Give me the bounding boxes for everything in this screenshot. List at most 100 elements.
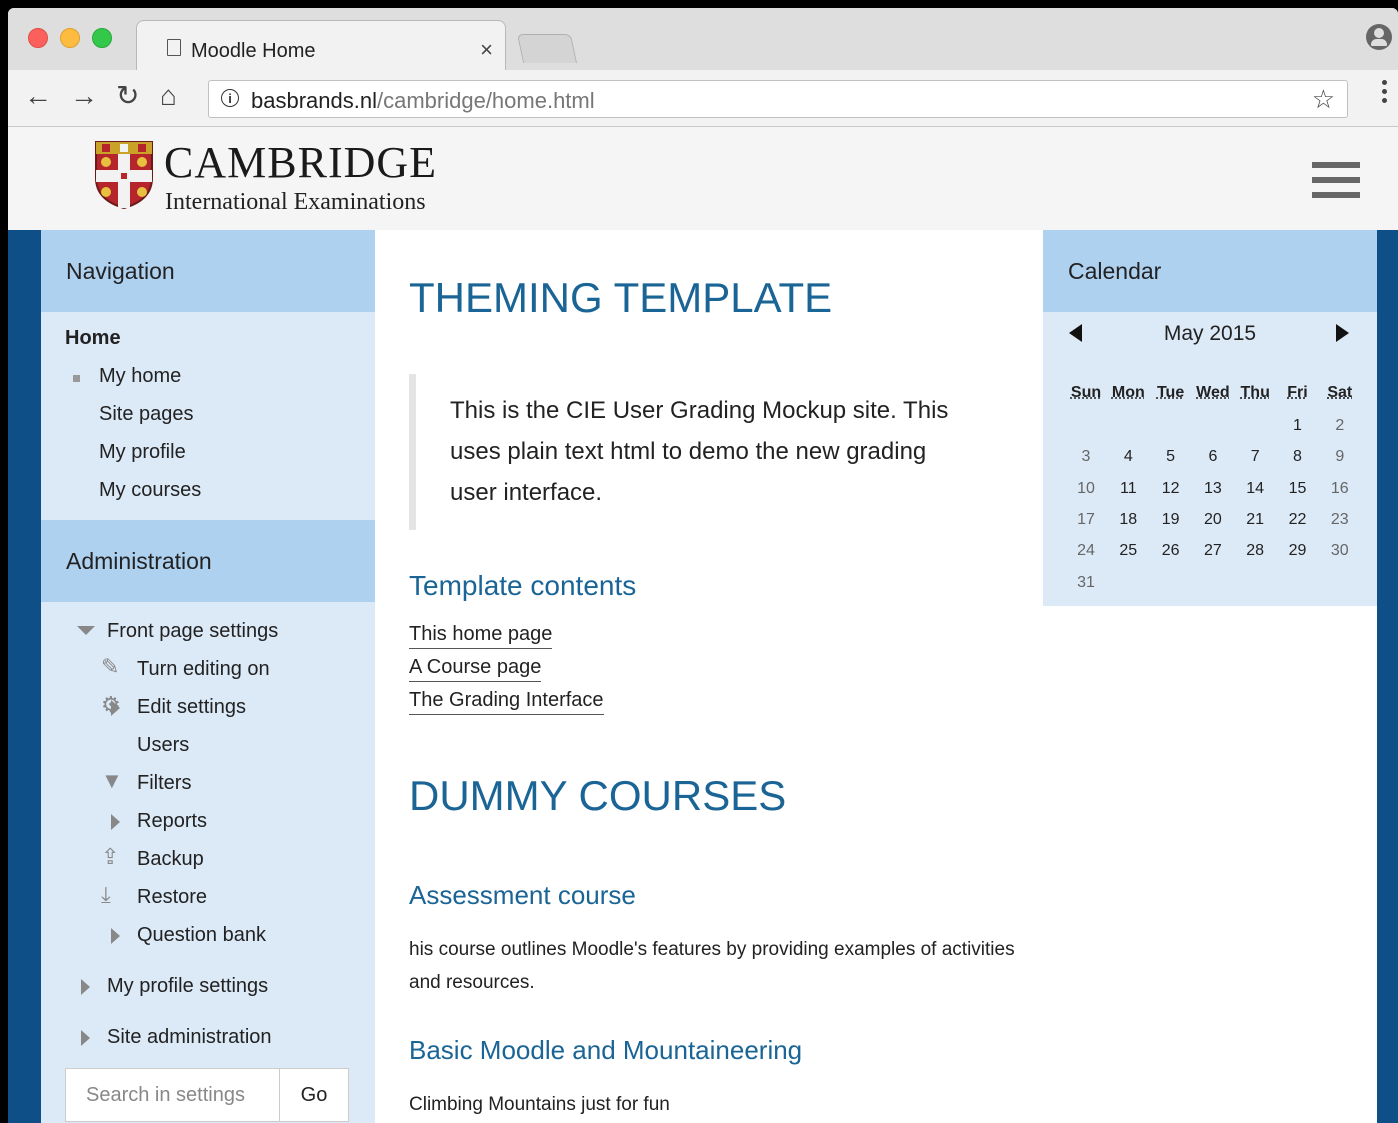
nav-site-pages[interactable]: Site pages: [99, 403, 194, 426]
browser-window: Moodle Home × ← → ↻ ⌂ i basbrands.nl/cam…: [8, 8, 1398, 1123]
calendar-day[interactable]: 25: [1107, 542, 1149, 560]
weekday-header: Sat: [1327, 384, 1353, 401]
administration-block-title: Administration: [41, 520, 375, 602]
calendar-day[interactable]: 15: [1277, 480, 1319, 498]
page-title: THEMING TEMPLATE: [409, 274, 833, 321]
calendar-day[interactable]: 20: [1192, 511, 1234, 529]
calendar-day[interactable]: 10: [1065, 480, 1107, 498]
collapsed-icon[interactable]: [81, 1030, 90, 1046]
close-window-button[interactable]: [28, 28, 48, 48]
calendar-day[interactable]: 18: [1107, 511, 1149, 529]
star-icon[interactable]: ☆: [1312, 84, 1335, 115]
profile-icon[interactable]: [1366, 24, 1392, 50]
brand-subtitle: International Examinations: [165, 189, 426, 215]
turn-editing-on[interactable]: Turn editing on: [137, 658, 270, 681]
tab-close-icon[interactable]: ×: [480, 37, 493, 63]
maximize-window-button[interactable]: [92, 28, 112, 48]
link-course-page[interactable]: A Course page: [409, 656, 542, 682]
address-bar[interactable]: i basbrands.nl/cambridge/home.html ☆: [208, 80, 1348, 118]
page-body: Navigation Home My home Site pages My pr…: [8, 230, 1398, 1123]
collapsed-icon[interactable]: [81, 979, 90, 995]
calendar-day[interactable]: 22: [1277, 511, 1319, 529]
collapsed-icon[interactable]: [111, 700, 120, 716]
expanded-icon[interactable]: [77, 626, 95, 635]
calendar-day[interactable]: 24: [1065, 542, 1107, 560]
go-button[interactable]: Go: [280, 1069, 348, 1121]
collapsed-icon[interactable]: [111, 814, 120, 830]
new-tab-button[interactable]: [516, 34, 578, 63]
brand-name[interactable]: CAMBRIDGE: [164, 137, 437, 188]
calendar-day[interactable]: 26: [1150, 542, 1192, 560]
filters[interactable]: Filters: [137, 772, 191, 795]
calendar-nav: May 2015: [1043, 312, 1377, 360]
front-page-settings[interactable]: Front page settings: [107, 620, 278, 643]
dummy-courses-heading: DUMMY COURSES: [409, 772, 787, 819]
hamburger-icon[interactable]: [1312, 162, 1360, 207]
link-grading-interface[interactable]: The Grading Interface: [409, 689, 604, 715]
restore[interactable]: Restore: [137, 886, 207, 909]
calendar-day[interactable]: 29: [1277, 542, 1319, 560]
my-profile-settings[interactable]: My profile settings: [107, 975, 268, 998]
question-bank[interactable]: Question bank: [137, 924, 266, 947]
pencil-icon: ✎: [101, 654, 120, 679]
nav-my-courses[interactable]: My courses: [99, 479, 201, 502]
minimize-window-button[interactable]: [60, 28, 80, 48]
collapsed-icon[interactable]: [111, 928, 120, 944]
reload-button[interactable]: ↻: [116, 81, 139, 111]
calendar-day[interactable]: 5: [1150, 448, 1192, 466]
edit-settings[interactable]: Edit settings: [137, 696, 246, 719]
calendar-day[interactable]: 27: [1192, 542, 1234, 560]
forward-button[interactable]: →: [70, 81, 98, 111]
home-button[interactable]: ⌂: [160, 81, 177, 111]
calendar-day[interactable]: 3: [1065, 448, 1107, 466]
calendar-day[interactable]: 21: [1234, 511, 1276, 529]
browser-toolbar: ← → ↻ ⌂ i basbrands.nl/cambridge/home.ht…: [8, 70, 1398, 127]
tab-strip: Moodle Home ×: [8, 8, 1398, 70]
calendar-day[interactable]: 14: [1234, 480, 1276, 498]
users[interactable]: Users: [137, 734, 189, 757]
calendar-day[interactable]: 19: [1150, 511, 1192, 529]
calendar-day[interactable]: 16: [1319, 480, 1361, 498]
calendar-day[interactable]: 17: [1065, 511, 1107, 529]
nav-my-home[interactable]: My home: [99, 365, 181, 388]
cambridge-shield-logo[interactable]: [94, 140, 154, 210]
reports[interactable]: Reports: [137, 810, 207, 833]
settings-search: Go: [65, 1068, 349, 1122]
calendar-day[interactable]: 31: [1065, 574, 1107, 592]
calendar-month[interactable]: May 2015: [1043, 322, 1377, 346]
search-input[interactable]: [66, 1069, 280, 1121]
calendar-day[interactable]: 8: [1277, 448, 1319, 466]
link-home-page[interactable]: This home page: [409, 623, 553, 649]
page-icon: [167, 39, 181, 56]
course-title-mountaineering[interactable]: Basic Moodle and Mountaineering: [409, 1035, 802, 1066]
course-description-assessment: his course outlines Moodle's features by…: [409, 939, 1015, 993]
course-title-assessment[interactable]: Assessment course: [409, 880, 636, 911]
browser-tab[interactable]: Moodle Home ×: [136, 20, 506, 70]
next-month-icon[interactable]: [1336, 324, 1349, 342]
calendar-day[interactable]: 9: [1319, 448, 1361, 466]
weekday-header: Sun: [1070, 384, 1102, 401]
nav-home[interactable]: Home: [65, 327, 121, 350]
calendar-day[interactable]: 12: [1150, 480, 1192, 498]
site-header: CAMBRIDGE International Examinations: [8, 127, 1398, 230]
back-button[interactable]: ←: [24, 81, 52, 111]
calendar-day[interactable]: 1: [1277, 417, 1319, 435]
info-icon[interactable]: i: [221, 89, 239, 107]
filter-icon: ▼: [101, 768, 123, 793]
calendar-day[interactable]: 2: [1319, 417, 1361, 435]
site-administration[interactable]: Site administration: [107, 1026, 272, 1049]
browser-menu-icon[interactable]: [1382, 80, 1388, 107]
calendar-day[interactable]: 4: [1107, 448, 1149, 466]
calendar-day[interactable]: 6: [1192, 448, 1234, 466]
url-text[interactable]: basbrands.nl/cambridge/home.html: [251, 88, 595, 114]
calendar-day[interactable]: 30: [1319, 542, 1361, 560]
calendar-day[interactable]: 13: [1192, 480, 1234, 498]
backup[interactable]: Backup: [137, 848, 204, 871]
nav-my-profile[interactable]: My profile: [99, 441, 186, 464]
url-path: /cambridge/home.html: [376, 88, 595, 113]
navigation-block: Home My home Site pages My profile My co…: [41, 312, 375, 504]
calendar-day[interactable]: 28: [1234, 542, 1276, 560]
calendar-day[interactable]: 11: [1107, 480, 1149, 498]
calendar-day[interactable]: 23: [1319, 511, 1361, 529]
calendar-day[interactable]: 7: [1234, 448, 1276, 466]
